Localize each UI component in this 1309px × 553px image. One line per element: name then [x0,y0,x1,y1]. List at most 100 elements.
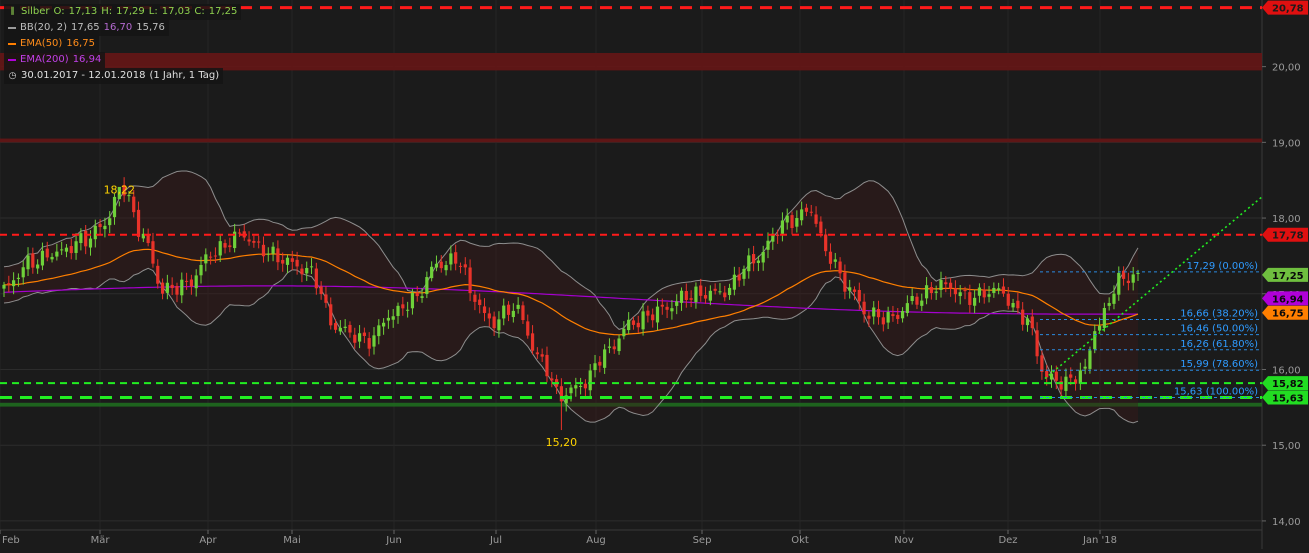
candle-body[interactable] [468,267,472,294]
candle-body[interactable] [228,245,232,248]
candle-body[interactable] [1025,318,1030,326]
candle-body[interactable] [963,290,967,292]
candle-body[interactable] [1136,272,1140,274]
candle-body[interactable] [175,285,179,295]
candle-body[interactable] [540,354,544,357]
candle-body[interactable] [521,305,525,321]
candle-body[interactable] [271,246,275,254]
candle-body[interactable] [699,285,703,296]
candle-body[interactable] [968,292,972,305]
legend-bollinger[interactable]: BB(20, 2) 17,65 16,70 15,76 [4,20,169,36]
candle-body[interactable] [55,251,59,257]
candle-body[interactable] [776,234,780,236]
candle-body[interactable] [876,309,881,318]
candle-body[interactable] [1021,309,1025,325]
candle-body[interactable] [1083,366,1087,369]
candle-body[interactable] [756,260,760,263]
candle-body[interactable] [953,288,958,295]
candle-body[interactable] [401,304,405,309]
candle-body[interactable] [458,265,463,267]
candle-body[interactable] [357,333,362,342]
candle-body[interactable] [487,313,491,319]
candle-body[interactable] [1069,374,1073,378]
candle-body[interactable] [415,292,419,297]
candle-body[interactable] [391,316,395,320]
candle-body[interactable] [516,304,520,309]
candle-body[interactable] [795,217,799,227]
candle-body[interactable] [535,352,539,355]
candle-body[interactable] [180,279,184,296]
candle-body[interactable] [281,259,285,264]
candle-body[interactable] [636,322,640,328]
candle-body[interactable] [290,258,294,262]
candle-body[interactable] [252,241,256,243]
candle-body[interactable] [670,308,674,312]
candle-body[interactable] [718,291,722,293]
candle-body[interactable] [333,323,338,330]
candle-body[interactable] [84,230,88,247]
candle-body[interactable] [261,244,266,257]
candle-body[interactable] [1117,272,1121,295]
candle-body[interactable] [1112,293,1116,304]
candle-body[interactable] [574,385,578,389]
candle-body[interactable] [977,287,982,296]
candle-body[interactable] [545,354,549,377]
candle-body[interactable] [98,223,102,228]
candle-body[interactable] [285,257,290,265]
candle-body[interactable] [747,255,751,272]
candle-body[interactable] [727,287,732,296]
candle-body[interactable] [324,294,328,303]
candle-body[interactable] [156,265,160,284]
candle-body[interactable] [905,303,909,314]
candle-body[interactable] [814,214,818,224]
candle-body[interactable] [583,383,588,389]
candle-body[interactable] [579,385,583,387]
candle-body[interactable] [444,265,448,271]
candle-body[interactable] [396,305,400,317]
candle-body[interactable] [761,251,765,263]
candle-body[interactable] [64,247,69,252]
candle-body[interactable] [40,250,45,266]
candle-body[interactable] [12,280,16,287]
candle-body[interactable] [314,268,318,289]
candle-body[interactable] [660,304,664,307]
candle-body[interactable] [622,328,626,337]
candle-body[interactable] [997,288,1001,291]
candle-body[interactable] [958,292,962,297]
candle-body[interactable] [766,240,770,250]
candle-body[interactable] [45,248,49,258]
candle-body[interactable] [944,282,948,285]
candle-body[interactable] [112,196,117,218]
candle-body[interactable] [1097,325,1102,331]
candle-body[interactable] [790,215,794,229]
legend-ema200[interactable]: EMA(200) 16,94 [4,52,106,68]
candle-body[interactable] [237,232,242,234]
candle-body[interactable] [828,251,833,264]
candle-body[interactable] [16,277,21,279]
candle-body[interactable] [862,301,866,315]
candle-body[interactable] [338,327,342,332]
candle-body[interactable] [617,338,621,352]
candle-body[interactable] [79,233,83,244]
candle-body[interactable] [478,299,482,306]
candle-body[interactable] [309,266,314,268]
candle-body[interactable] [21,267,25,278]
candle-body[interactable] [924,285,929,299]
candle-body[interactable] [50,256,54,260]
candle-body[interactable] [641,311,645,330]
candle-body[interactable] [194,275,198,289]
candle-body[interactable] [209,256,213,258]
candle-body[interactable] [651,314,655,321]
candle-body[interactable] [708,290,712,301]
candle-body[interactable] [742,268,746,279]
candle-body[interactable] [257,241,261,243]
candle-body[interactable] [1030,316,1034,329]
legend-instrument[interactable]: ⫼ Silber O: 17,13 H: 17,29 L: 17,03 C: 1… [4,4,242,20]
legend-period[interactable]: ◷ 30.01.2017 - 12.01.2018 (1 Jahr, 1 Tag… [4,68,224,84]
candle-body[interactable] [665,306,669,310]
candle-body[interactable] [867,315,871,319]
candle-body[interactable] [1054,371,1058,381]
candle-body[interactable] [497,319,501,331]
candle-body[interactable] [406,309,410,311]
candle-body[interactable] [482,306,487,314]
